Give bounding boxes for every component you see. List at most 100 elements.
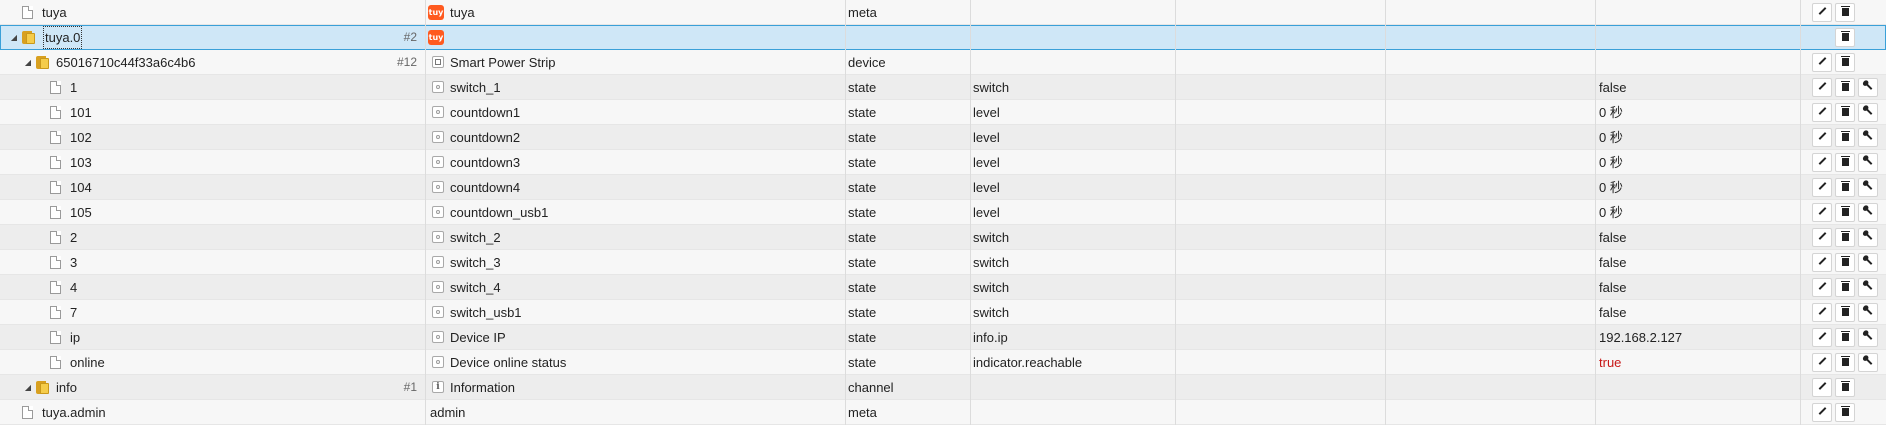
tree-folder-row[interactable]: ◢ info #1 i Information channel <box>0 375 1886 400</box>
edit-button[interactable] <box>1812 53 1832 72</box>
tree-row[interactable]: 3 switch_3 state switch false <box>0 250 1886 275</box>
object-id[interactable]: 105 <box>70 200 92 225</box>
settings-button[interactable] <box>1858 303 1878 322</box>
delete-button[interactable] <box>1835 28 1855 47</box>
edit-button[interactable] <box>1812 103 1832 122</box>
tree-row[interactable]: 2 switch_2 state switch false <box>0 225 1886 250</box>
delete-button[interactable] <box>1835 203 1855 222</box>
object-id[interactable]: 103 <box>70 150 92 175</box>
object-id[interactable]: 3 <box>70 250 77 275</box>
edit-button[interactable] <box>1812 303 1832 322</box>
object-id[interactable]: 7 <box>70 300 77 325</box>
delete-button[interactable] <box>1835 103 1855 122</box>
tree-row[interactable]: tuya tuy tuya meta <box>0 0 1886 25</box>
column-divider <box>425 175 426 200</box>
settings-button[interactable] <box>1858 103 1878 122</box>
edit-button[interactable] <box>1812 378 1832 397</box>
delete-button[interactable] <box>1835 253 1855 272</box>
object-value[interactable]: false <box>1599 75 1799 100</box>
settings-button[interactable] <box>1858 228 1878 247</box>
edit-button[interactable] <box>1812 278 1832 297</box>
object-value[interactable]: 192.168.2.127 <box>1599 325 1799 350</box>
expand-toggle-icon[interactable]: ◢ <box>22 375 34 400</box>
expand-toggle-icon[interactable]: ◢ <box>22 50 34 75</box>
tree-row[interactable]: online Device online status state indicator… <box>0 350 1886 375</box>
edit-button[interactable] <box>1812 128 1832 147</box>
object-value[interactable] <box>1599 0 1799 25</box>
object-value[interactable] <box>1599 50 1799 75</box>
object-id[interactable]: online <box>70 350 105 375</box>
object-value[interactable] <box>1599 375 1799 400</box>
tree-row[interactable]: 105 countdown_usb1 state level 0 秒 <box>0 200 1886 225</box>
settings-button[interactable] <box>1858 128 1878 147</box>
edit-button[interactable] <box>1812 353 1832 372</box>
object-value[interactable]: false <box>1599 225 1799 250</box>
delete-button[interactable] <box>1835 328 1855 347</box>
tree-row[interactable]: 103 countdown3 state level 0 秒 <box>0 150 1886 175</box>
edit-button[interactable] <box>1812 153 1832 172</box>
delete-button[interactable] <box>1835 353 1855 372</box>
object-id[interactable]: 1 <box>70 75 77 100</box>
object-id[interactable]: tuya.admin <box>42 400 106 425</box>
object-value[interactable]: 0 秒 <box>1599 175 1799 200</box>
edit-button[interactable] <box>1812 228 1832 247</box>
delete-button[interactable] <box>1835 78 1855 97</box>
delete-button[interactable] <box>1835 303 1855 322</box>
edit-button[interactable] <box>1812 328 1832 347</box>
object-id[interactable]: tuya <box>42 0 67 25</box>
object-id[interactable]: 65016710c44f33a6c4b6 <box>56 50 196 75</box>
delete-button[interactable] <box>1835 53 1855 72</box>
edit-button[interactable] <box>1812 203 1832 222</box>
object-value[interactable]: false <box>1599 250 1799 275</box>
tree-row[interactable]: 104 countdown4 state level 0 秒 <box>0 175 1886 200</box>
object-value[interactable]: 0 秒 <box>1599 200 1799 225</box>
edit-button[interactable] <box>1812 403 1832 422</box>
settings-button[interactable] <box>1858 78 1878 97</box>
tree-row[interactable]: ip Device IP state info.ip 192.168.2.127 <box>0 325 1886 350</box>
tree-row[interactable]: 1 switch_1 state switch false <box>0 75 1886 100</box>
settings-button[interactable] <box>1858 328 1878 347</box>
object-id[interactable]: tuya.0 <box>42 25 83 50</box>
delete-button[interactable] <box>1835 228 1855 247</box>
object-value[interactable] <box>1599 400 1799 425</box>
edit-button[interactable] <box>1812 78 1832 97</box>
settings-button[interactable] <box>1858 203 1878 222</box>
object-id[interactable]: 2 <box>70 225 77 250</box>
delete-button[interactable] <box>1835 128 1855 147</box>
object-value[interactable] <box>1599 25 1799 50</box>
object-id[interactable]: 101 <box>70 100 92 125</box>
object-value[interactable]: 0 秒 <box>1599 125 1799 150</box>
delete-button[interactable] <box>1835 178 1855 197</box>
tree-row[interactable]: tuya.admin admin meta <box>0 400 1886 425</box>
object-value[interactable]: 0 秒 <box>1599 150 1799 175</box>
object-id[interactable]: 102 <box>70 125 92 150</box>
delete-button[interactable] <box>1835 153 1855 172</box>
tree-row[interactable]: 7 switch_usb1 state switch false <box>0 300 1886 325</box>
object-value[interactable]: 0 秒 <box>1599 100 1799 125</box>
settings-button[interactable] <box>1858 153 1878 172</box>
settings-button[interactable] <box>1858 253 1878 272</box>
edit-button[interactable] <box>1812 178 1832 197</box>
settings-button[interactable] <box>1858 178 1878 197</box>
edit-button[interactable] <box>1812 3 1832 22</box>
delete-button[interactable] <box>1835 3 1855 22</box>
delete-button[interactable] <box>1835 278 1855 297</box>
tree-row[interactable]: 102 countdown2 state level 0 秒 <box>0 125 1886 150</box>
object-id[interactable]: 104 <box>70 175 92 200</box>
settings-button[interactable] <box>1858 278 1878 297</box>
expand-toggle-icon[interactable]: ◢ <box>8 25 20 50</box>
object-id[interactable]: info <box>56 375 77 400</box>
tree-row[interactable]: 101 countdown1 state level 0 秒 <box>0 100 1886 125</box>
object-value[interactable]: false <box>1599 300 1799 325</box>
tree-folder-row[interactable]: ◢ tuya.0 #2 tuy <box>0 25 1886 50</box>
object-value[interactable]: true <box>1599 350 1799 375</box>
tree-row[interactable]: 4 switch_4 state switch false <box>0 275 1886 300</box>
delete-button[interactable] <box>1835 378 1855 397</box>
object-id[interactable]: ip <box>70 325 80 350</box>
edit-button[interactable] <box>1812 253 1832 272</box>
settings-button[interactable] <box>1858 353 1878 372</box>
delete-button[interactable] <box>1835 403 1855 422</box>
tree-folder-row[interactable]: ◢ 65016710c44f33a6c4b6 #12 Smart Power Stri… <box>0 50 1886 75</box>
object-id[interactable]: 4 <box>70 275 77 300</box>
object-value[interactable]: false <box>1599 275 1799 300</box>
